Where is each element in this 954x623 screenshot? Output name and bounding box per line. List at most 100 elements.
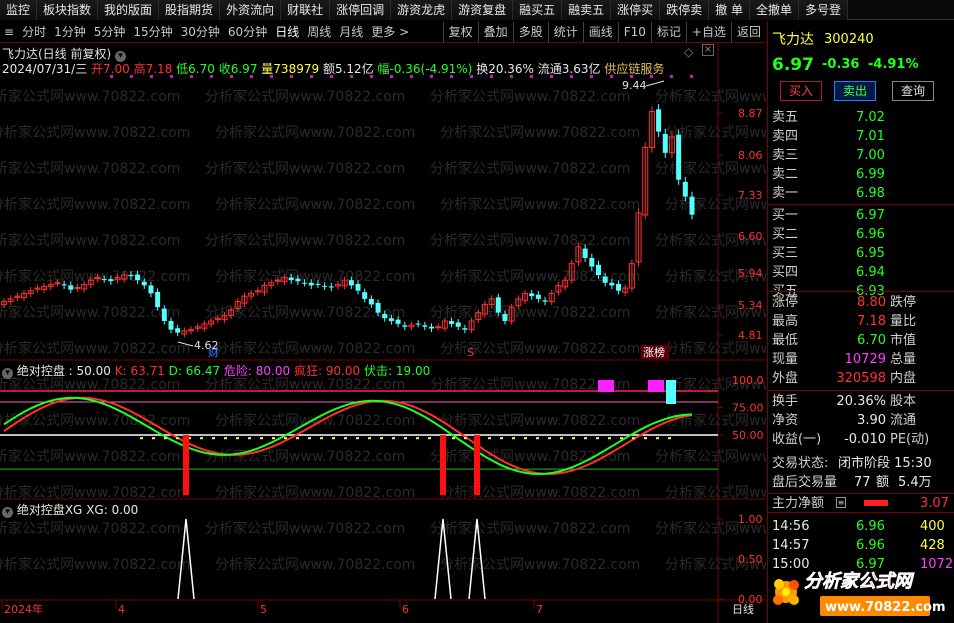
ask-row-label: 卖三 bbox=[772, 148, 799, 163]
toolbar-button[interactable]: 全撤单 bbox=[750, 0, 800, 20]
sell-button[interactable]: 卖出 bbox=[834, 81, 876, 101]
period-tab[interactable]: 月线 bbox=[335, 22, 367, 42]
buy-button[interactable]: 买入 bbox=[780, 81, 822, 101]
close-icon[interactable]: × bbox=[702, 44, 714, 56]
bid-row[interactable]: 买三 6.95 bbox=[768, 244, 954, 263]
toolbar-button[interactable]: 财联社 bbox=[281, 0, 331, 20]
chart-tool-button[interactable]: 多股 bbox=[512, 21, 548, 42]
bid-row[interactable]: 买四 6.94 bbox=[768, 263, 954, 282]
high-price-label: 9.44 bbox=[622, 79, 647, 92]
list-icon[interactable]: ≡ bbox=[836, 497, 846, 508]
candle-body bbox=[61, 284, 67, 286]
candle-body bbox=[315, 283, 321, 285]
book-divider bbox=[768, 204, 954, 205]
toolbar-button[interactable]: 外资流向 bbox=[220, 0, 282, 20]
chart-tool-button[interactable]: 复权 bbox=[442, 21, 478, 42]
candle-body bbox=[616, 283, 622, 291]
diamond-icon[interactable]: ◇ bbox=[684, 45, 693, 59]
signal-dot bbox=[200, 437, 203, 440]
bid-row-price: 6.97 bbox=[856, 208, 885, 223]
price-line: 6.97 -0.36 -4.91% bbox=[768, 54, 954, 76]
kline-list-icon[interactable]: ≡ bbox=[0, 22, 18, 42]
chart-tool-button[interactable]: +自选 bbox=[685, 21, 731, 42]
candle-body bbox=[415, 323, 421, 325]
toolbar-button[interactable]: 我的版面 bbox=[98, 0, 160, 20]
toolbar-button[interactable]: 涨停买 bbox=[611, 0, 661, 20]
signal-dot bbox=[632, 437, 635, 440]
kline-chart-svg[interactable]: 分析家公式网www.70822.com 分析家公式网www.70822.com 分析… bbox=[0, 43, 766, 623]
candle-body bbox=[462, 328, 468, 330]
candle-body bbox=[428, 326, 434, 329]
settings-circle-icon[interactable]: ▾ bbox=[2, 507, 13, 518]
candle-body bbox=[155, 291, 161, 308]
period-tab[interactable]: 日线 bbox=[271, 22, 303, 42]
query-button[interactable]: 查询 bbox=[892, 81, 934, 101]
period-tab[interactable]: 分时 bbox=[18, 22, 50, 42]
stats-divider bbox=[768, 291, 954, 292]
toolbar-button[interactable]: 撤 单 bbox=[709, 0, 751, 20]
fund-row-label: 换手 bbox=[772, 394, 799, 409]
toolbar-button[interactable]: 涨停回调 bbox=[330, 0, 392, 20]
period-tab[interactable]: 60分钟 bbox=[224, 22, 271, 42]
signal-dot bbox=[656, 437, 659, 440]
stat-row-value: 6.70 bbox=[857, 333, 886, 348]
period-tab[interactable]: 15分钟 bbox=[129, 22, 176, 42]
period-tab[interactable]: 5分钟 bbox=[90, 22, 130, 42]
stat-row-label: 最低 bbox=[772, 333, 799, 348]
signal-dot bbox=[690, 75, 693, 78]
signal-dot bbox=[212, 437, 215, 440]
ind1-tick-label: 50.00 bbox=[732, 429, 764, 442]
candle-body bbox=[609, 282, 615, 286]
toolbar-button[interactable]: 股指期货 bbox=[159, 0, 221, 20]
watermark-text: 分析家公式网www.70822.com bbox=[215, 412, 415, 429]
stat-row-label2: 量比 bbox=[890, 314, 917, 329]
toolbar-button[interactable]: 多号登 bbox=[799, 0, 849, 20]
tick-volume: 428 bbox=[920, 538, 945, 553]
watermark-text: 分析家公式网www.70822.com bbox=[0, 340, 190, 357]
toolbar-button[interactable]: 监控 bbox=[0, 0, 38, 20]
net-bar bbox=[864, 500, 888, 506]
toolbar-button[interactable]: 游资复盘 bbox=[452, 0, 514, 20]
chart-tool-button[interactable]: F10 bbox=[617, 21, 651, 42]
toolbar-button[interactable]: 游资龙虎 bbox=[391, 0, 453, 20]
period-tab[interactable]: 1分钟 bbox=[50, 22, 90, 42]
chart-tool-button[interactable]: 叠加 bbox=[477, 21, 513, 42]
x-tick-label: 7 bbox=[536, 603, 543, 616]
status-label: 交易状态: bbox=[772, 456, 829, 471]
status-value: 闭市阶段 15:30 bbox=[838, 456, 932, 471]
candle-body bbox=[602, 276, 608, 283]
chart-area[interactable]: 分析家公式网www.70822.com 分析家公式网www.70822.com 分析… bbox=[0, 43, 766, 623]
ask-row[interactable]: 卖五 7.02 bbox=[768, 108, 954, 127]
period-tab[interactable]: 30分钟 bbox=[177, 22, 224, 42]
tick-time: 14:56 bbox=[772, 519, 810, 534]
ask-row[interactable]: 卖二 6.99 bbox=[768, 165, 954, 184]
watermark-text: 分析家公式网www.70822.com bbox=[0, 160, 180, 177]
period-tab[interactable]: 更多 > bbox=[367, 22, 413, 42]
chart-tool-button[interactable]: 标记 bbox=[650, 21, 686, 42]
watermark-text: 分析家公式网www.70822.com bbox=[440, 268, 640, 285]
ask-row[interactable]: 卖四 7.01 bbox=[768, 127, 954, 146]
chart-tool-button[interactable]: 统计 bbox=[547, 21, 583, 42]
toolbar-button[interactable]: 板块指数 bbox=[37, 0, 99, 20]
bid-row[interactable]: 买一 6.97 bbox=[768, 206, 954, 225]
info-turnover: 换20.36% bbox=[476, 62, 534, 76]
ask-row-label: 卖五 bbox=[772, 110, 799, 125]
watermark-text: 分析家公式网www.70822.com bbox=[440, 412, 640, 429]
info-concept[interactable]: 供应链服务 bbox=[604, 62, 664, 76]
ask-row[interactable]: 卖三 7.00 bbox=[768, 146, 954, 165]
toolbar-button[interactable]: 融买五 bbox=[513, 0, 563, 20]
chart-tool-button[interactable]: 返回 bbox=[730, 21, 766, 42]
toolbar-button[interactable]: 跌停卖 bbox=[660, 0, 710, 20]
bid-row[interactable]: 买二 6.96 bbox=[768, 225, 954, 244]
settings-circle-icon[interactable]: ▾ bbox=[2, 368, 13, 379]
toolbar-button[interactable]: 融卖五 bbox=[562, 0, 612, 20]
x-axis-period[interactable]: 日线 bbox=[732, 602, 754, 616]
period-tab[interactable]: 周线 bbox=[303, 22, 335, 42]
signal-dot bbox=[224, 437, 227, 440]
candle-body bbox=[141, 281, 147, 286]
ask-row[interactable]: 卖一 6.98 bbox=[768, 184, 954, 203]
signal-dot bbox=[308, 437, 311, 440]
chart-tool-button[interactable]: 画线 bbox=[582, 21, 618, 42]
net-flow[interactable]: 主力净额 ≡ 3.07 bbox=[768, 493, 954, 513]
alert-block bbox=[666, 380, 676, 404]
